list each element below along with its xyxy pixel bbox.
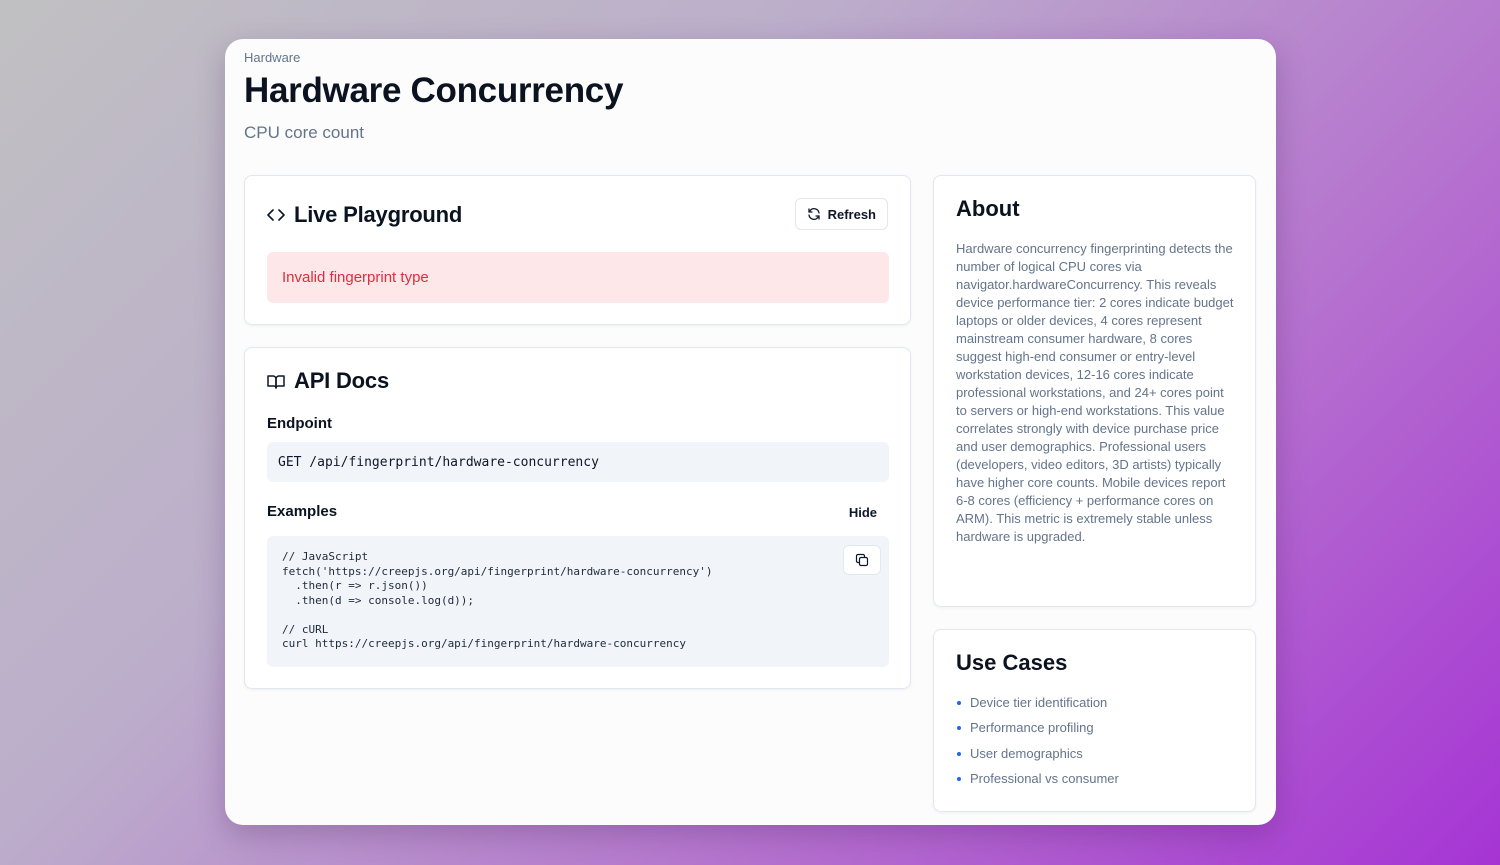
live-playground-title: Live Playground: [294, 202, 463, 227]
live-playground-card: Live Playground Refresh Invalid fingerpr…: [244, 175, 911, 325]
api-docs-header: API Docs: [267, 368, 389, 394]
about-text: Hardware concurrency fingerprinting dete…: [956, 241, 1234, 544]
code-example-block[interactable]: // JavaScript fetch('https://creepjs.org…: [267, 536, 889, 667]
use-cases-title: Use Cases: [956, 650, 1068, 675]
page-title: Hardware Concurrency: [244, 71, 624, 110]
page-subtitle: CPU core count: [244, 123, 364, 142]
copy-button[interactable]: [843, 545, 881, 575]
app-window: Hardware Hardware Concurrency CPU core c…: [225, 39, 1276, 825]
list-item: Device tier identification: [956, 694, 1119, 719]
about-title: About: [956, 196, 1020, 221]
code-line: curl https://creepjs.org/api/fingerprint…: [282, 637, 686, 650]
hide-examples-button[interactable]: Hide: [849, 505, 877, 520]
code-line: .then(r => r.json()): [282, 579, 428, 592]
error-message: Invalid fingerprint type: [267, 252, 889, 303]
use-cases-list: Device tier identification Performance p…: [956, 694, 1119, 795]
book-icon: [267, 374, 285, 389]
live-playground-header: Live Playground: [267, 202, 462, 228]
endpoint-label: Endpoint: [267, 415, 332, 432]
use-cases-card: Use Cases Device tier identification Per…: [933, 629, 1256, 812]
api-docs-card: API Docs Endpoint GET /api/fingerprint/h…: [244, 347, 911, 689]
list-item: User demographics: [956, 745, 1119, 770]
code-line: fetch('https://creepjs.org/api/fingerpri…: [282, 564, 713, 578]
list-item: Performance profiling: [956, 719, 1119, 744]
endpoint-value[interactable]: GET /api/fingerprint/hardware-concurrenc…: [267, 442, 889, 482]
about-card: About Hardware concurrency fingerprintin…: [933, 175, 1256, 607]
api-docs-title: API Docs: [294, 368, 389, 393]
refresh-button[interactable]: Refresh: [794, 198, 888, 230]
list-item: Professional vs consumer: [956, 770, 1119, 795]
examples-label: Examples: [267, 503, 338, 520]
code-line: .then(d => console.log(d));: [282, 593, 475, 607]
breadcrumb[interactable]: Hardware: [244, 50, 300, 65]
code-icon: [267, 208, 285, 222]
code-line: // cURL: [282, 622, 329, 636]
copy-icon: [855, 553, 869, 567]
refresh-button-label: Refresh: [827, 206, 876, 222]
code-line: // JavaScript: [282, 550, 369, 563]
refresh-icon: [807, 207, 821, 221]
